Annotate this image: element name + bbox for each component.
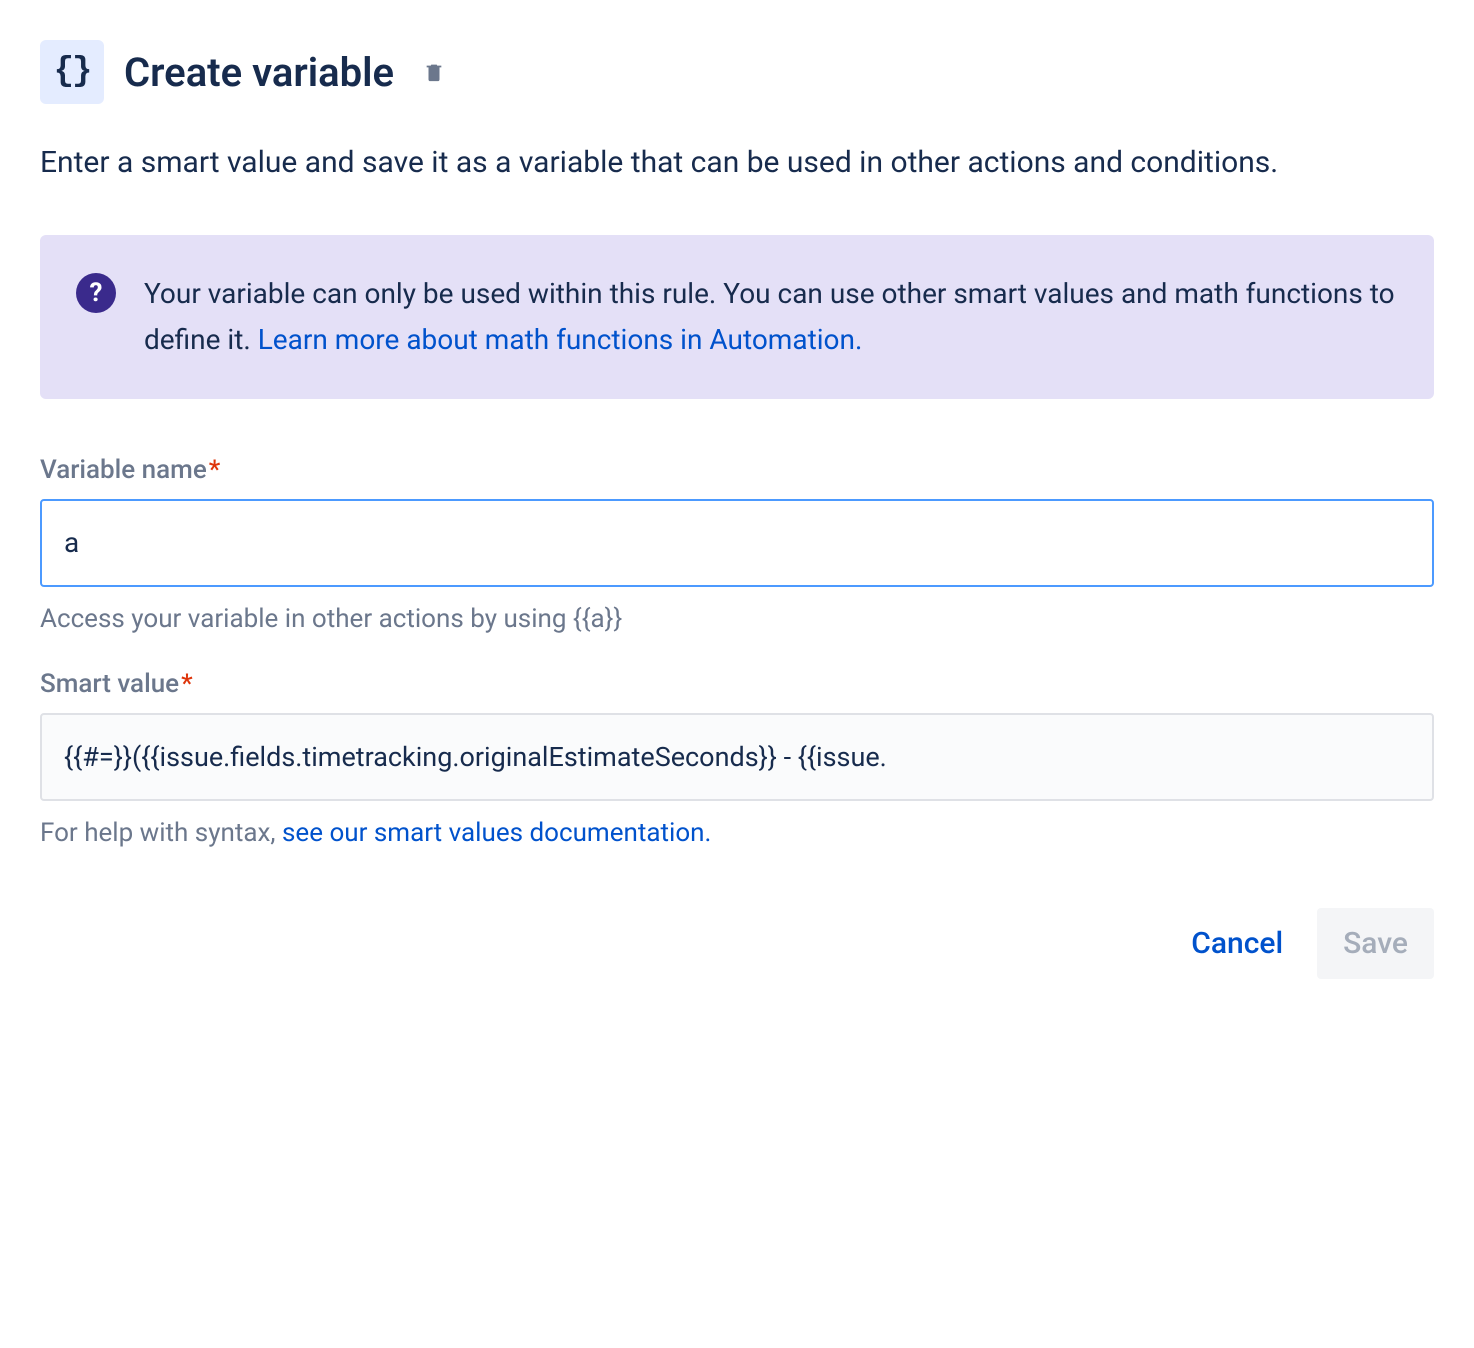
variable-name-field-group: Variable name* Access your variable in o… [40, 455, 1434, 637]
variable-name-label: Variable name* [40, 455, 220, 485]
cancel-button[interactable]: Cancel [1165, 908, 1309, 979]
variable-name-input[interactable] [40, 499, 1434, 587]
info-panel: ? Your variable can only be used within … [40, 235, 1434, 399]
smart-value-label: Smart value* [40, 669, 193, 699]
variable-icon: {} [40, 40, 104, 104]
save-button[interactable]: Save [1317, 908, 1434, 979]
panel-header: {} Create variable [40, 40, 1434, 104]
variable-icon-text: {} [54, 53, 91, 91]
required-mark: * [181, 669, 193, 699]
smart-value-input[interactable] [40, 713, 1434, 801]
page-title: Create variable [124, 49, 394, 96]
variable-name-helper: Access your variable in other actions by… [40, 601, 1434, 637]
smart-value-helper: For help with syntax, see our smart valu… [40, 815, 1434, 851]
help-icon: ? [76, 273, 116, 313]
delete-icon[interactable] [422, 60, 446, 84]
smart-value-field-group: Smart value* For help with syntax, see o… [40, 669, 1434, 851]
button-row: Cancel Save [40, 908, 1434, 979]
description-text: Enter a smart value and save it as a var… [40, 140, 1434, 187]
required-mark: * [209, 455, 221, 485]
info-text: Your variable can only be used within th… [144, 271, 1398, 363]
learn-more-link[interactable]: Learn more about math functions in Autom… [258, 323, 863, 356]
smart-values-doc-link[interactable]: see our smart values documentation. [282, 818, 711, 848]
